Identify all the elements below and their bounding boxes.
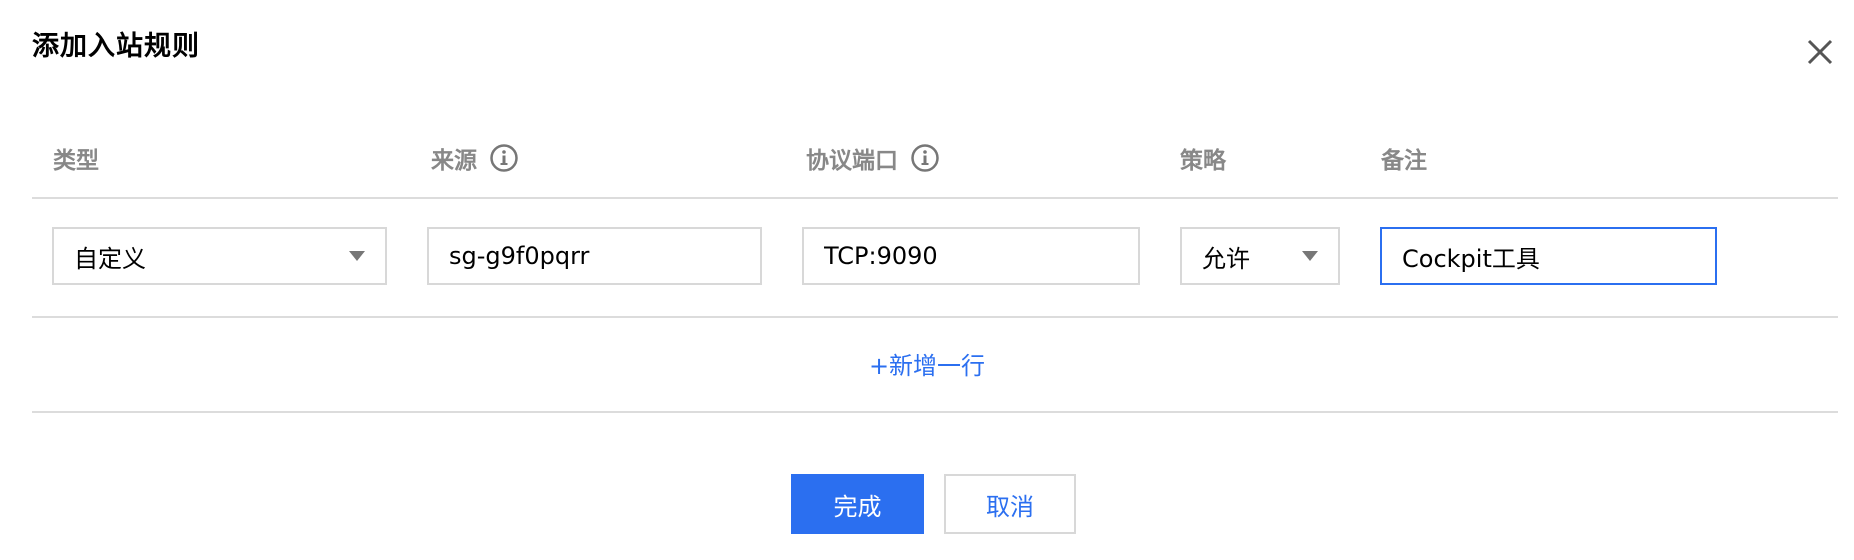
remark-input-value: Cockpit工具 — [1402, 244, 1540, 273]
row-divider — [32, 316, 1838, 318]
column-header-type: 类型 — [53, 140, 99, 176]
column-header-source: 来源 — [431, 140, 519, 176]
dialog-title: 添加入站规则 — [32, 31, 200, 62]
close-button[interactable] — [1802, 34, 1838, 70]
column-header-protocol-port-label: 协议端口 — [806, 148, 898, 174]
cancel-button-label: 取消 — [986, 492, 1034, 521]
cancel-button[interactable]: 取消 — [944, 474, 1076, 534]
source-input-value: sg-g9f0pqrr — [449, 242, 590, 270]
type-select[interactable]: 自定义 — [52, 227, 387, 285]
chevron-down-icon — [349, 251, 365, 261]
header-divider — [32, 197, 1838, 199]
column-header-source-label: 来源 — [431, 148, 477, 174]
info-icon[interactable] — [910, 143, 940, 173]
confirm-button-label: 完成 — [833, 492, 882, 521]
source-input[interactable]: sg-g9f0pqrr — [427, 227, 762, 285]
column-header-remark: 备注 — [1381, 140, 1427, 176]
column-header-protocol-port: 协议端口 — [806, 140, 940, 176]
type-select-value: 自定义 — [74, 244, 146, 273]
add-inbound-rule-dialog: 添加入站规则 类型 来源 协议端口 策略 备注 自定义 sg-g9f0pqrr … — [0, 0, 1854, 560]
chevron-down-icon — [1302, 251, 1318, 261]
policy-select-value: 允许 — [1202, 244, 1250, 273]
remark-input[interactable]: Cockpit工具 — [1380, 227, 1717, 285]
protocol-port-input[interactable]: TCP:9090 — [802, 227, 1140, 285]
column-header-type-label: 类型 — [53, 148, 99, 174]
policy-select[interactable]: 允许 — [1180, 227, 1340, 285]
column-header-policy-label: 策略 — [1180, 148, 1226, 174]
add-row-link[interactable]: +新增一行 — [869, 352, 985, 380]
footer-divider — [32, 411, 1838, 413]
column-header-policy: 策略 — [1180, 140, 1226, 176]
info-icon[interactable] — [489, 143, 519, 173]
close-icon — [1807, 39, 1833, 65]
protocol-port-input-value: TCP:9090 — [824, 242, 938, 270]
confirm-button[interactable]: 完成 — [791, 474, 924, 534]
column-header-remark-label: 备注 — [1381, 148, 1427, 174]
add-row-link-container: +新增一行 — [0, 346, 1854, 381]
